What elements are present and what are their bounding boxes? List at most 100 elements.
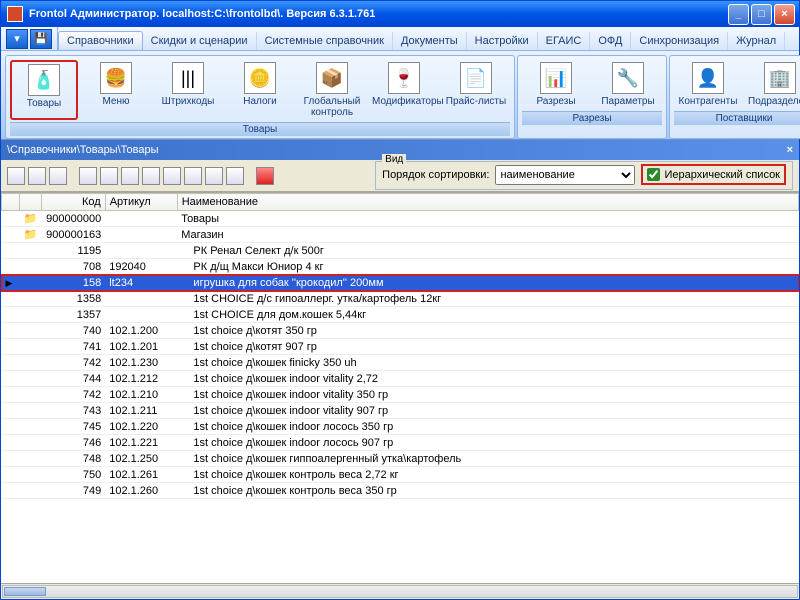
col-indicator[interactable] xyxy=(2,194,20,211)
hierarchical-label: Иерархический список xyxy=(664,169,780,181)
cell-code: 1358 xyxy=(41,291,105,307)
new-dropdown-button[interactable]: ▾ xyxy=(6,29,28,49)
ribbon-Параметры[interactable]: 🔧Параметры xyxy=(594,60,662,109)
tab-4[interactable]: Настройки xyxy=(467,32,538,50)
ribbon-group-title: Товары xyxy=(10,122,510,136)
ribbon-Налоги[interactable]: 🪙Налоги xyxy=(226,60,294,120)
ribbon-Глобальный контроль[interactable]: 📦Глобальный контроль xyxy=(298,60,366,120)
col-article[interactable]: Артикул xyxy=(105,194,177,211)
cell-article xyxy=(105,227,177,243)
tool-btn-5[interactable] xyxy=(100,167,118,185)
maximize-button[interactable]: □ xyxy=(751,4,772,25)
table-row[interactable]: 📁900000163Магазин xyxy=(2,227,799,243)
tool-btn-9[interactable] xyxy=(184,167,202,185)
table-row[interactable]: 749102.1.260 1st choice д\кошек контроль… xyxy=(2,483,799,499)
cell-code: 744 xyxy=(41,371,105,387)
tool-btn-2[interactable] xyxy=(28,167,46,185)
cell-article xyxy=(105,211,177,227)
cell-name: РК Ренал Селект д/к 500г xyxy=(177,243,798,259)
cell-name: 1st CHOICE д/с гипоаллерг. утка/картофел… xyxy=(177,291,798,307)
ribbon-Контрагенты[interactable]: 👤Контрагенты xyxy=(674,60,742,109)
table-row[interactable]: 1357 1st CHOICE для дом.кошек 5,44кг xyxy=(2,307,799,323)
hierarchical-checkbox-wrap[interactable]: Иерархический список xyxy=(641,164,786,185)
cell-name: 1st choice д\кошек indoor лосось 350 гр xyxy=(177,419,798,435)
tab-5[interactable]: ЕГАИС xyxy=(538,32,591,50)
tool-btn-11[interactable] xyxy=(226,167,244,185)
cell-article: 102.1.201 xyxy=(105,339,177,355)
table-row[interactable]: 746102.1.221 1st choice д\кошек indoor л… xyxy=(2,435,799,451)
ribbon-Товары[interactable]: 🧴Товары xyxy=(10,60,78,120)
col-name[interactable]: Наименование xyxy=(177,194,798,211)
cell-name: 1st choice д\кошек гиппоалергенный утка\… xyxy=(177,451,798,467)
ribbon-Разрезы[interactable]: 📊Разрезы xyxy=(522,60,590,109)
sort-select[interactable]: наименование xyxy=(495,165,635,185)
close-panel-icon[interactable]: × xyxy=(787,144,793,156)
tab-8[interactable]: Журнал xyxy=(728,32,785,50)
cell-code: 748 xyxy=(41,451,105,467)
cell-article: 102.1.212 xyxy=(105,371,177,387)
ribbon-Меню[interactable]: 🍔Меню xyxy=(82,60,150,120)
tool-btn-3[interactable] xyxy=(49,167,67,185)
breadcrumb-path: \Справочники\Товары\Товары xyxy=(7,144,159,156)
minimize-button[interactable]: _ xyxy=(728,4,749,25)
tab-2[interactable]: Системные справочник xyxy=(257,32,393,50)
tool-btn-4[interactable] xyxy=(79,167,97,185)
cell-code: 743 xyxy=(41,403,105,419)
cell-name: Магазин xyxy=(177,227,798,243)
cell-name: 1st choice д\кошек indoor лосось 907 гр xyxy=(177,435,798,451)
cell-article: 102.1.261 xyxy=(105,467,177,483)
col-icon[interactable] xyxy=(20,194,42,211)
ribbon-Подразделения[interactable]: 🏢Подразделения xyxy=(746,60,800,109)
table-row[interactable]: 1195 РК Ренал Селект д/к 500г xyxy=(2,243,799,259)
tool-btn-7[interactable] xyxy=(142,167,160,185)
tool-btn-6[interactable] xyxy=(121,167,139,185)
tool-btn-1[interactable] xyxy=(7,167,25,185)
table-row[interactable]: 📁900000000Товары xyxy=(2,211,799,227)
view-group: Вид Порядок сортировки: наименование Иер… xyxy=(375,161,793,190)
cell-name: 1st choice д\котят 907 гр xyxy=(177,339,798,355)
table-row[interactable]: 740102.1.200 1st choice д\котят 350 гр xyxy=(2,323,799,339)
close-button[interactable]: × xyxy=(774,4,795,25)
table-row[interactable]: ▶158lt234 игрушка для собак ''крокодил''… xyxy=(2,275,799,291)
table-row[interactable]: 742102.1.230 1st choice д\кошек finicky … xyxy=(2,355,799,371)
hierarchical-checkbox[interactable] xyxy=(647,168,660,181)
tab-1[interactable]: Скидки и сценарии xyxy=(143,32,257,50)
tool-btn-delete[interactable] xyxy=(256,167,274,185)
cell-code: 708 xyxy=(41,259,105,275)
cell-article xyxy=(105,291,177,307)
ribbon-Прайс-листы[interactable]: 📄Прайс-листы xyxy=(442,60,510,120)
cell-code: 741 xyxy=(41,339,105,355)
ribbon-Модификаторы[interactable]: 🍷Модификаторы xyxy=(370,60,438,120)
tool-btn-10[interactable] xyxy=(205,167,223,185)
table-row[interactable]: 1358 1st CHOICE д/с гипоаллерг. утка/кар… xyxy=(2,291,799,307)
table-row[interactable]: 743102.1.211 1st choice д\кошек indoor v… xyxy=(2,403,799,419)
tab-3[interactable]: Документы xyxy=(393,32,467,50)
scrollbar-bottom[interactable] xyxy=(1,583,799,599)
tab-0[interactable]: Справочники xyxy=(58,31,143,50)
table-row[interactable]: 745102.1.220 1st choice д\кошек indoor л… xyxy=(2,419,799,435)
cell-code: 745 xyxy=(41,419,105,435)
tab-7[interactable]: Синхронизация xyxy=(631,32,728,50)
table-row[interactable]: 742102.1.210 1st choice д\кошек indoor v… xyxy=(2,387,799,403)
table-row[interactable]: 744102.1.212 1st choice д\кошек indoor v… xyxy=(2,371,799,387)
titlebar[interactable]: Frontol Администратор. localhost:C:\fron… xyxy=(1,1,799,27)
ribbon-icon: 🍔 xyxy=(100,62,132,94)
col-code[interactable]: Код xyxy=(41,194,105,211)
tool-btn-8[interactable] xyxy=(163,167,181,185)
table-row[interactable]: 750102.1.261 1st choice д\кошек контроль… xyxy=(2,467,799,483)
cell-name: РК д/щ Макси Юниор 4 кг xyxy=(177,259,798,275)
grid[interactable]: Код Артикул Наименование 📁900000000Товар… xyxy=(1,192,799,583)
grid-toolbar: Вид Порядок сортировки: наименование Иер… xyxy=(1,160,799,192)
menubar: ▾ 💾 СправочникиСкидки и сценарииСистемны… xyxy=(1,27,799,51)
table-row[interactable]: 708192040 РК д/щ Макси Юниор 4 кг xyxy=(2,259,799,275)
ribbon-icon: 👤 xyxy=(692,62,724,94)
ribbon-icon: 🍷 xyxy=(388,62,420,94)
cell-name: 1st choice д\котят 350 гр xyxy=(177,323,798,339)
cell-code: 750 xyxy=(41,467,105,483)
ribbon-Штрихкоды[interactable]: |||Штрихкоды xyxy=(154,60,222,120)
save-button[interactable]: 💾 xyxy=(30,29,52,49)
tab-6[interactable]: ОФД xyxy=(590,32,631,50)
table-row[interactable]: 748102.1.250 1st choice д\кошек гиппоале… xyxy=(2,451,799,467)
ribbon-icon: 🔧 xyxy=(612,62,644,94)
table-row[interactable]: 741102.1.201 1st choice д\котят 907 гр xyxy=(2,339,799,355)
